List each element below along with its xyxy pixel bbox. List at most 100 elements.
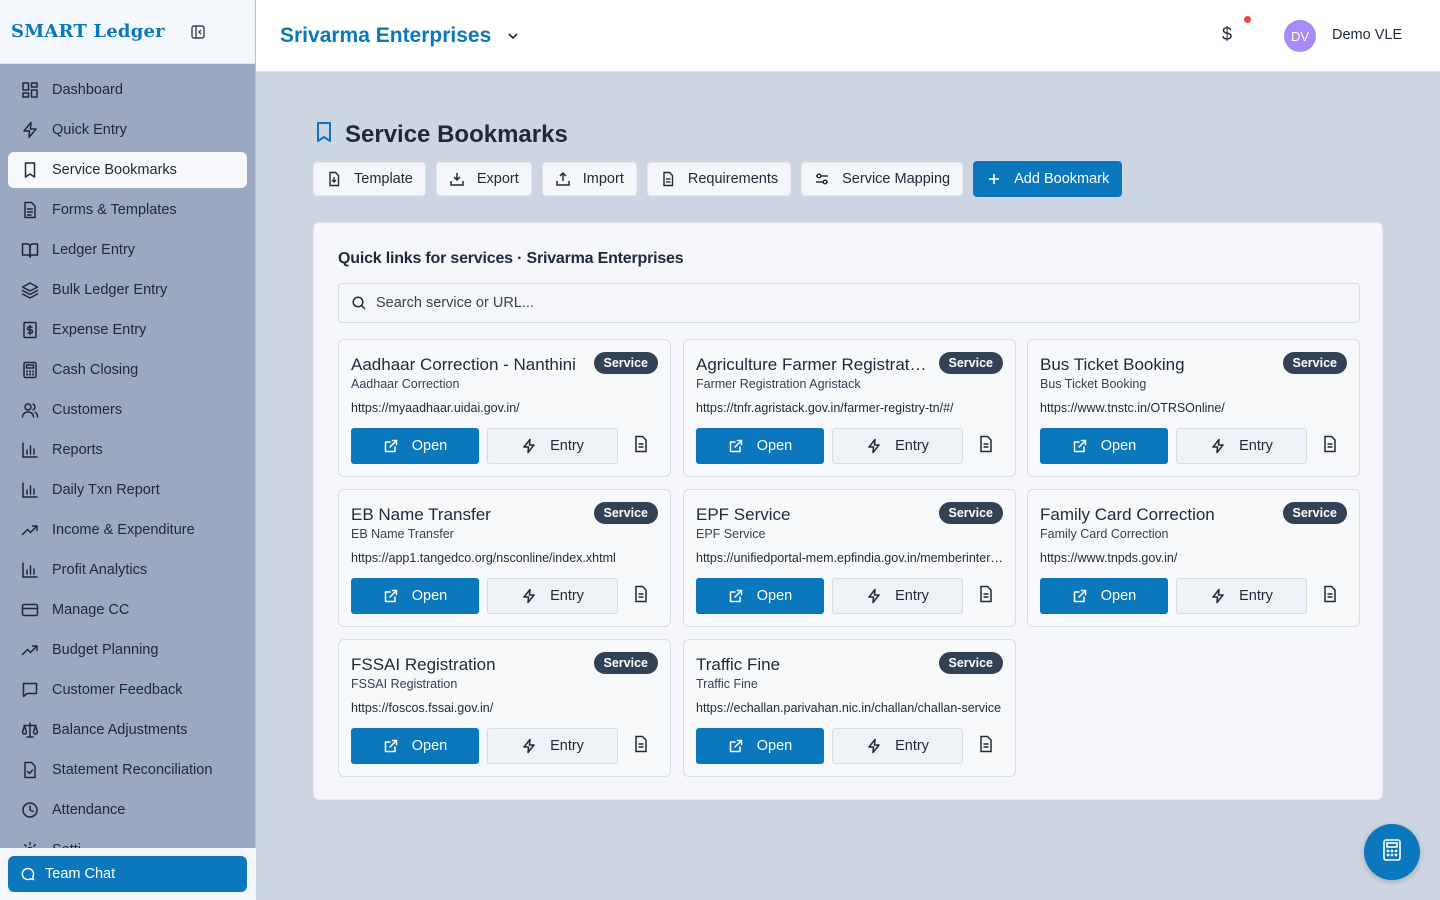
document-icon[interactable] (1322, 435, 1340, 453)
import-button[interactable]: Import (541, 162, 637, 196)
chevron-down-icon[interactable] (505, 28, 521, 44)
bookmark-title: Traffic Fine (696, 655, 781, 674)
brand-logo[interactable]: SMART Ledger (11, 21, 165, 42)
sidebar-item-customer-feedback[interactable]: Customer Feedback (8, 672, 247, 708)
external-link-icon (728, 738, 744, 754)
open-button[interactable]: Open (696, 728, 824, 764)
bar-chart-icon (20, 440, 40, 460)
open-button[interactable]: Open (1040, 428, 1168, 464)
entry-button[interactable]: Entry (832, 728, 963, 764)
entry-button[interactable]: Entry (487, 428, 618, 464)
bookmark-url[interactable]: https://echallan.parivahan.nic.in/challa… (696, 701, 1006, 715)
currency-button[interactable]: $ (1222, 24, 1232, 45)
sidebar-item-label: Forms & Templates (52, 202, 177, 218)
external-link-icon (1072, 438, 1088, 454)
service-badge: Service (593, 652, 658, 674)
panel-title: Quick links for services · Srivarma Ente… (338, 250, 684, 267)
open-label: Open (756, 438, 793, 454)
sidebar-item-setti[interactable]: Setti (8, 832, 247, 848)
add-bookmark-button[interactable]: Add Bookmark (973, 161, 1123, 197)
sidebar-item-statement-reconciliation[interactable]: Statement Reconciliation (8, 752, 247, 788)
external-link-icon (383, 588, 399, 604)
bookmark-title: Agriculture Farmer Registration (696, 355, 928, 374)
bookmark-url[interactable]: https://app1.tangedco.org/nsconline/inde… (351, 551, 661, 565)
bookmark-subtitle: Farmer Registration Agristack (696, 377, 861, 391)
entry-button[interactable]: Entry (487, 728, 618, 764)
external-link-icon (1072, 588, 1088, 604)
entry-button[interactable]: Entry (1176, 428, 1307, 464)
sidebar-item-service-bookmarks[interactable]: Service Bookmarks (8, 152, 247, 188)
company-selector[interactable]: Srivarma Enterprises (280, 24, 491, 48)
service-badge: Service (938, 652, 1003, 674)
bookmark-title: FSSAI Registration (351, 655, 496, 674)
sidebar-item-budget-planning[interactable]: Budget Planning (8, 632, 247, 668)
bookmark-url[interactable]: https://myaadhaar.uidai.gov.in/ (351, 401, 661, 415)
document-icon[interactable] (633, 735, 651, 753)
entry-label: Entry (550, 738, 584, 754)
dollar-receipt-icon (20, 320, 40, 340)
service-mapping-label: Service Mapping (842, 171, 951, 187)
sidebar-item-income-expenditure[interactable]: Income & Expenditure (8, 512, 247, 548)
open-button[interactable]: Open (696, 428, 824, 464)
sidebar-item-attendance[interactable]: Attendance (8, 792, 247, 828)
sidebar-item-quick-entry[interactable]: Quick Entry (8, 112, 247, 148)
sidebar-item-balance-adjustments[interactable]: Balance Adjustments (8, 712, 247, 748)
lightning-icon (521, 738, 537, 754)
sidebar-item-bulk-ledger-entry[interactable]: Bulk Ledger Entry (8, 272, 247, 308)
sidebar-item-profit-analytics[interactable]: Profit Analytics (8, 552, 247, 588)
entry-label: Entry (550, 438, 584, 454)
user-name[interactable]: Demo VLE (1332, 27, 1402, 43)
document-icon[interactable] (978, 735, 996, 753)
open-button[interactable]: Open (696, 578, 824, 614)
bookmark-url[interactable]: https://tnfr.agristack.gov.in/farmer-reg… (696, 401, 1006, 415)
sidebar-item-customers[interactable]: Customers (8, 392, 247, 428)
document-icon[interactable] (978, 585, 996, 603)
sidebar-item-label: Cash Closing (52, 362, 139, 378)
sidebar-item-forms-templates[interactable]: Forms & Templates (8, 192, 247, 228)
entry-button[interactable]: Entry (1176, 578, 1307, 614)
calculator-fab[interactable] (1364, 824, 1420, 880)
trend-up-icon (20, 640, 40, 660)
entry-button[interactable]: Entry (487, 578, 618, 614)
entry-button[interactable]: Entry (832, 428, 963, 464)
bookmark-card: EPF Service Service EPF Service https://… (683, 489, 1016, 627)
bookmark-url[interactable]: https://www.tnstc.in/OTRSOnline/ (1040, 401, 1350, 415)
open-label: Open (411, 438, 448, 454)
avatar[interactable]: DV (1284, 20, 1316, 52)
template-label: Template (354, 171, 413, 187)
open-button[interactable]: Open (351, 728, 479, 764)
bookmark-card: Agriculture Farmer Registration Service … (683, 339, 1016, 477)
sidebar-item-cash-closing[interactable]: Cash Closing (8, 352, 247, 388)
document-icon[interactable] (1322, 585, 1340, 603)
entry-button[interactable]: Entry (832, 578, 963, 614)
service-badge: Service (593, 352, 658, 374)
requirements-button[interactable]: Requirements (646, 162, 792, 196)
message-square-icon (20, 680, 40, 700)
document-icon[interactable] (633, 585, 651, 603)
sidebar-item-label: Customer Feedback (52, 682, 183, 698)
clock-icon (20, 800, 40, 820)
export-button[interactable]: Export (435, 162, 532, 196)
bookmark-url[interactable]: https://www.tnpds.gov.in/ (1040, 551, 1350, 565)
sidebar-item-dashboard[interactable]: Dashboard (8, 72, 247, 108)
sidebar-item-expense-entry[interactable]: Expense Entry (8, 312, 247, 348)
open-button[interactable]: Open (1040, 578, 1168, 614)
sidebar-item-daily-txn-report[interactable]: Daily Txn Report (8, 472, 247, 508)
search-input[interactable] (376, 295, 1336, 311)
sidebar-collapse-icon[interactable] (189, 23, 207, 41)
search-box (338, 283, 1360, 323)
sidebar-item-label: Expense Entry (52, 322, 147, 338)
sidebar-item-manage-cc[interactable]: Manage CC (8, 592, 247, 628)
sidebar-item-reports[interactable]: Reports (8, 432, 247, 468)
bookmark-url[interactable]: https://foscos.fssai.gov.in/ (351, 701, 661, 715)
document-icon[interactable] (978, 435, 996, 453)
entry-label: Entry (550, 588, 584, 604)
open-button[interactable]: Open (351, 428, 479, 464)
document-icon[interactable] (633, 435, 651, 453)
service-mapping-button[interactable]: Service Mapping (801, 162, 964, 196)
sidebar-item-ledger-entry[interactable]: Ledger Entry (8, 232, 247, 268)
template-button[interactable]: Template (313, 162, 426, 196)
team-chat-button[interactable]: Team Chat (8, 856, 247, 892)
open-button[interactable]: Open (351, 578, 479, 614)
bookmark-url[interactable]: https://unifiedportal-mem.epfindia.gov.i… (696, 551, 1006, 565)
